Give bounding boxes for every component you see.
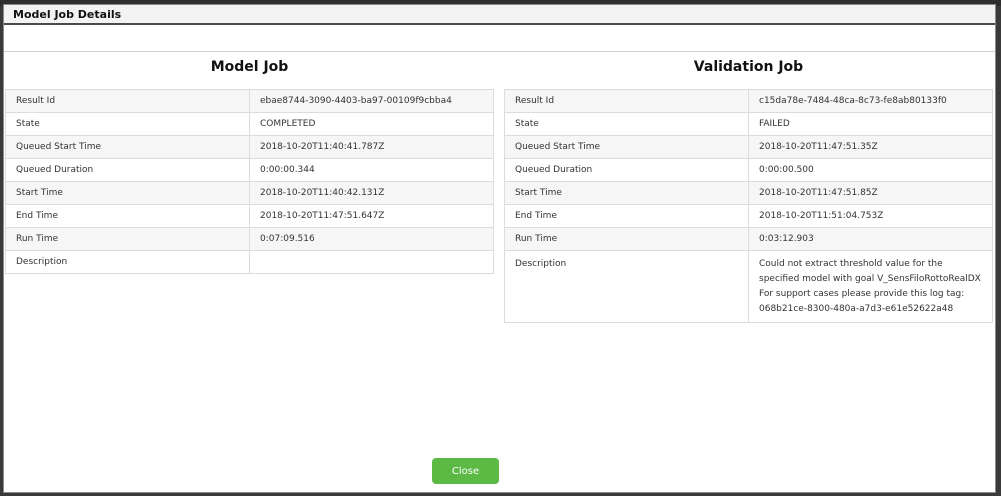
table-row: Queued Duration 0:00:00.500 (504, 158, 993, 182)
validation-job-heading: Validation Job (693, 59, 804, 75)
dialog-title: Model Job Details (13, 8, 122, 21)
row-value: 2018-10-20T11:47:51.35Z (748, 135, 993, 159)
row-value: Could not extract threshold value for th… (748, 250, 993, 323)
row-value: 0:00:00.500 (748, 158, 993, 182)
row-value: 2018-10-20T11:40:42.131Z (249, 181, 494, 205)
row-value: COMPLETED (249, 112, 494, 136)
row-value: c15da78e-7484-48ca-8c73-fe8ab80133f0 (748, 89, 993, 113)
row-value (249, 250, 494, 274)
table-row: Run Time 0:07:09.516 (5, 227, 494, 251)
dialog-titlebar: Model Job Details (4, 5, 995, 25)
row-key: Queued Duration (5, 158, 250, 182)
row-value: 0:03:12.903 (748, 227, 993, 251)
table-row: Run Time 0:03:12.903 (504, 227, 993, 251)
row-value: 2018-10-20T11:47:51.647Z (249, 204, 494, 228)
model-job-details-dialog: Model Job Details Model Job Validation J… (3, 4, 996, 493)
table-row: Description (5, 250, 494, 274)
row-key: Queued Start Time (5, 135, 250, 159)
row-key: Queued Duration (504, 158, 749, 182)
row-value: 0:00:00.344 (249, 158, 494, 182)
dialog-header-band (4, 25, 995, 52)
row-key: Result Id (5, 89, 250, 113)
table-row: Queued Start Time 2018-10-20T11:40:41.787… (5, 135, 494, 159)
row-key: End Time (5, 204, 250, 228)
table-row: Start Time 2018-10-20T11:47:51.85Z (504, 181, 993, 205)
row-value: 2018-10-20T11:40:41.787Z (249, 135, 494, 159)
row-key: State (5, 112, 250, 136)
row-key: Run Time (504, 227, 749, 251)
close-button[interactable]: Close (432, 458, 499, 484)
model-job-heading: Model Job (210, 59, 289, 75)
row-key: Run Time (5, 227, 250, 251)
row-key: Start Time (504, 181, 749, 205)
validation-job-table: Result Id c15da78e-7484-48ca-8c73-fe8ab80… (504, 89, 993, 323)
table-row: End Time 2018-10-20T11:51:04.753Z (504, 204, 993, 228)
row-key: End Time (504, 204, 749, 228)
table-row: Start Time 2018-10-20T11:40:42.131Z (5, 181, 494, 205)
row-key: Description (5, 250, 250, 274)
table-row: State FAILED (504, 112, 993, 136)
table-row: Result Id c15da78e-7484-48ca-8c73-fe8ab80… (504, 89, 993, 113)
model-job-table: Result Id ebae8744-3090-4403-ba97-00109f9… (5, 89, 494, 274)
table-row: Description Could not extract threshold v… (504, 250, 993, 323)
row-value: 0:07:09.516 (249, 227, 494, 251)
row-key: Start Time (5, 181, 250, 205)
row-key: Result Id (504, 89, 749, 113)
row-key: Description (504, 250, 749, 323)
row-key: State (504, 112, 749, 136)
table-row: Queued Start Time 2018-10-20T11:47:51.35Z (504, 135, 993, 159)
row-value: FAILED (748, 112, 993, 136)
row-value: 2018-10-20T11:47:51.85Z (748, 181, 993, 205)
table-row: Result Id ebae8744-3090-4403-ba97-00109f9… (5, 89, 494, 113)
table-row: Queued Duration 0:00:00.344 (5, 158, 494, 182)
row-value: ebae8744-3090-4403-ba97-00109f9cbba4 (249, 89, 494, 113)
table-row: State COMPLETED (5, 112, 494, 136)
row-key: Queued Start Time (504, 135, 749, 159)
row-value: 2018-10-20T11:51:04.753Z (748, 204, 993, 228)
table-row: End Time 2018-10-20T11:47:51.647Z (5, 204, 494, 228)
